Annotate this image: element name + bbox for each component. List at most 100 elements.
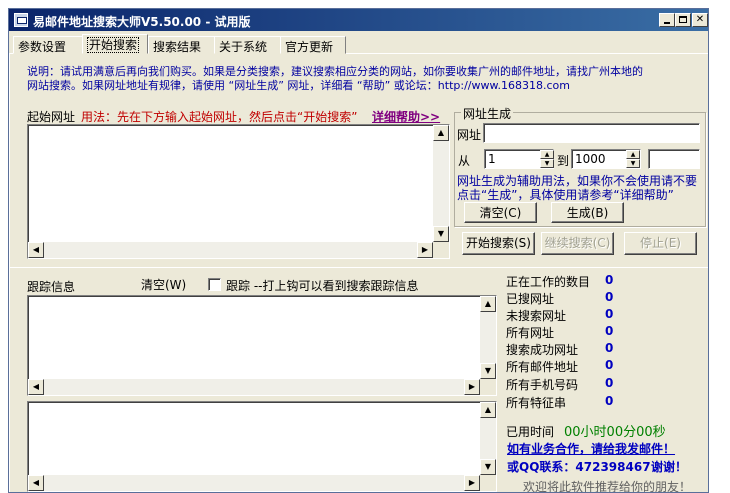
- scroll-right-icon[interactable]: ▶: [464, 475, 480, 491]
- to-spinner[interactable]: ▲ ▼: [626, 150, 640, 168]
- tab-settings[interactable]: 参数设置: [13, 36, 83, 54]
- scroll-up-icon[interactable]: ▲: [433, 125, 449, 141]
- start-url-label: 起始网址: [27, 110, 76, 124]
- spin-up-icon[interactable]: ▲: [626, 150, 640, 159]
- tab-label: 关于系统: [219, 40, 268, 54]
- scroll-left-icon[interactable]: ◀: [28, 242, 44, 258]
- scroll-right-icon[interactable]: ▶: [464, 379, 480, 395]
- scroll-left-icon[interactable]: ◀: [28, 379, 44, 395]
- group-title: 网址生成: [461, 105, 514, 122]
- stat-all-phones: 0: [605, 376, 614, 390]
- spin-down-icon[interactable]: ▼: [540, 159, 554, 168]
- stat-all-urls: 0: [605, 324, 614, 338]
- tab-label: 开始搜索: [87, 37, 140, 53]
- notice-text: 说明：请试用满意后再向我们购买。如果是分类搜索，建议搜索相应分类的网站，如你要收…: [27, 65, 707, 93]
- scroll-down-icon[interactable]: ▼: [480, 459, 496, 475]
- tab-official-update[interactable]: 官方更新: [280, 36, 346, 54]
- vertical-scrollbar[interactable]: ▲ ▼: [480, 402, 496, 475]
- recommend-text: 欢迎将此软件推荐给你的朋友！: [523, 480, 692, 493]
- stat-all-emails: 0: [605, 358, 614, 372]
- hint-line: 网址生成为辅助用法，如果你不会使用请不要: [457, 174, 698, 188]
- title-bar[interactable]: 易邮件地址搜索大师V5.50.00 - 试用版 ✕: [9, 9, 708, 31]
- from-spinner[interactable]: ▲ ▼: [540, 150, 554, 168]
- scroll-up-icon[interactable]: ▲: [480, 296, 496, 312]
- continue-search-button[interactable]: 继续搜索(C): [541, 232, 614, 255]
- tab-search-results[interactable]: 搜索结果: [148, 36, 215, 54]
- stat-success-urls: 0: [605, 341, 614, 355]
- minimize-button[interactable]: [659, 13, 675, 27]
- stat-label: 未搜索网址: [506, 309, 567, 323]
- scroll-corner: [480, 475, 496, 491]
- stat-working-count: 0: [605, 273, 614, 287]
- url-pattern-input[interactable]: [483, 123, 700, 143]
- stat-label: 所有网址: [506, 326, 555, 340]
- minimize-icon: [664, 22, 670, 24]
- section-divider: [10, 267, 708, 268]
- tab-bar: 参数设置 开始搜索 搜索结果 关于系统 官方更新: [9, 34, 708, 54]
- notice-line: 说明：请试用满意后再向我们购买。如果是分类搜索，建议搜索相应分类的网站，如你要收…: [27, 65, 643, 78]
- stop-button[interactable]: 停止(E): [624, 232, 697, 255]
- thanks-text: 谢谢！: [651, 460, 688, 474]
- maximize-button[interactable]: [675, 13, 691, 27]
- scroll-left-icon[interactable]: ◀: [28, 475, 44, 491]
- stat-label: 所有特征串: [506, 396, 567, 410]
- notice-line: 网站搜索。如果网址地址有规律，请使用 “网址生成” 网址，详细看 “帮助” 或论…: [27, 79, 570, 92]
- tab-label: 参数设置: [18, 40, 67, 54]
- elapsed-time: 00小时00分00秒: [564, 425, 666, 440]
- spin-up-icon[interactable]: ▲: [540, 150, 554, 159]
- horizontal-scrollbar[interactable]: ◀ ▶: [28, 379, 480, 395]
- scroll-right-icon[interactable]: ▶: [417, 242, 433, 258]
- scroll-up-icon[interactable]: ▲: [480, 402, 496, 418]
- elapsed-label: 已用时间: [506, 425, 555, 439]
- scroll-down-icon[interactable]: ▼: [480, 363, 496, 379]
- vertical-scrollbar[interactable]: ▲ ▼: [480, 296, 496, 379]
- tab-label: 搜索结果: [153, 40, 202, 54]
- stat-label: 搜索成功网址: [506, 343, 579, 357]
- business-email-link[interactable]: 如有业务合作，请给我发邮件！: [507, 440, 675, 457]
- app-icon: [14, 13, 28, 27]
- scroll-corner: [433, 242, 449, 258]
- result-log-box[interactable]: ▲ ▼ ◀ ▶: [27, 401, 497, 492]
- from-label: 从: [458, 154, 471, 168]
- stat-all-features: 0: [605, 394, 614, 408]
- horizontal-scrollbar[interactable]: ◀ ▶: [28, 475, 480, 491]
- usage-text: 用法：先在下方输入起始网址，然后点击“开始搜索”: [81, 110, 358, 124]
- stat-label: 所有手机号码: [506, 378, 579, 392]
- start-search-panel: 说明：请试用满意后再向我们购买。如果是分类搜索，建议搜索相应分类的网站，如你要收…: [9, 54, 708, 493]
- clear-url-button[interactable]: 清空(C): [464, 202, 537, 223]
- start-url-textarea[interactable]: ▲ ▼ ◀ ▶: [27, 124, 450, 259]
- trace-checkbox-label: 跟踪 --打上钩可以看到搜索跟踪信息: [226, 279, 419, 293]
- horizontal-scrollbar[interactable]: ◀ ▶: [28, 242, 433, 258]
- to-value: 1000: [575, 152, 606, 166]
- app-window: 易邮件地址搜索大师V5.50.00 - 试用版 ✕ 参数设置 开始搜索 搜索结果…: [8, 8, 709, 493]
- suffix-input[interactable]: [648, 149, 700, 169]
- trace-label: 跟踪信息: [27, 280, 76, 294]
- vertical-scrollbar[interactable]: ▲ ▼: [433, 125, 449, 242]
- tab-label: 官方更新: [285, 40, 334, 54]
- maximize-icon: [679, 16, 687, 23]
- window-title: 易邮件地址搜索大师V5.50.00 - 试用版: [33, 15, 251, 29]
- detailed-help-link[interactable]: 详细帮助>>: [372, 108, 440, 125]
- trace-log-box[interactable]: ▲ ▼ ◀ ▶: [27, 295, 497, 396]
- stat-unsearched-urls: 0: [605, 307, 614, 321]
- stat-label: 已搜网址: [506, 292, 555, 306]
- tab-about[interactable]: 关于系统: [214, 36, 281, 54]
- start-search-button[interactable]: 开始搜索(S): [462, 232, 535, 255]
- qq-contact: 或QQ联系：472398467: [507, 460, 651, 474]
- stat-label: 所有邮件地址: [506, 360, 579, 374]
- tab-start-search[interactable]: 开始搜索: [82, 34, 148, 54]
- generate-button[interactable]: 生成(B): [551, 202, 624, 223]
- stat-label: 正在工作的数目: [506, 275, 591, 289]
- url-gen-hint: 网址生成为辅助用法，如果你不会使用请不要 点击“生成”，具体使用请参考“详细帮助…: [457, 174, 697, 202]
- stat-searched-urls: 0: [605, 290, 614, 304]
- scroll-corner: [480, 379, 496, 395]
- clear-trace-button[interactable]: 清空(W): [141, 276, 186, 293]
- from-value: 1: [488, 152, 496, 166]
- spin-down-icon[interactable]: ▼: [626, 159, 640, 168]
- trace-checkbox[interactable]: [208, 278, 221, 291]
- scroll-down-icon[interactable]: ▼: [433, 226, 449, 242]
- close-button[interactable]: ✕: [692, 13, 708, 27]
- to-label: 到: [557, 154, 570, 168]
- close-icon: ✕: [695, 14, 705, 25]
- hint-line: 点击“生成”，具体使用请参考“详细帮助”: [457, 188, 674, 202]
